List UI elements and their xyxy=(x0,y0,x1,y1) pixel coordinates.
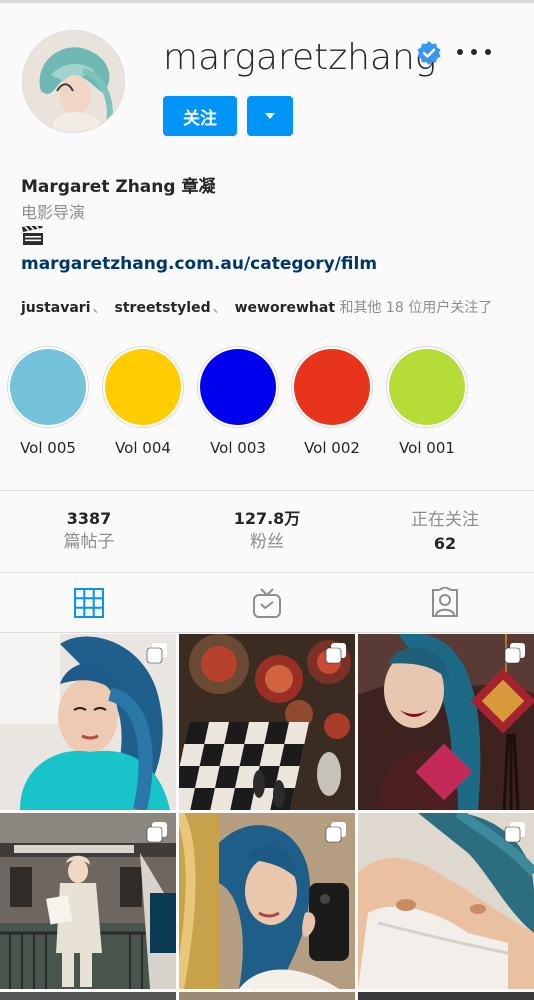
followed-by-user[interactable]: weworewhat xyxy=(235,300,335,316)
multi-photo-icon xyxy=(146,822,167,843)
story-highlight[interactable]: Vol 003 xyxy=(196,346,280,457)
multi-photo-icon xyxy=(504,822,525,843)
post-thumbnail[interactable] xyxy=(0,634,176,810)
post-thumbnail[interactable] xyxy=(179,992,355,1000)
grid-icon xyxy=(74,588,104,618)
multi-photo-icon xyxy=(146,643,167,664)
followed-by-suffix: 和其他 18 位用户关注了 xyxy=(339,300,493,316)
highlight-label: Vol 003 xyxy=(210,439,266,457)
highlight-label: Vol 004 xyxy=(115,439,171,457)
profile-category: 电影导演 xyxy=(21,203,86,222)
highlight-cover xyxy=(105,349,181,425)
followed-by-user[interactable]: streetstyled xyxy=(115,300,211,316)
highlight-cover xyxy=(389,349,465,425)
highlight-label: Vol 001 xyxy=(399,439,455,457)
clapper-board-icon xyxy=(22,226,43,245)
tv-icon xyxy=(253,588,281,618)
multi-photo-icon xyxy=(325,643,346,664)
post-thumbnail[interactable] xyxy=(179,813,355,989)
highlight-label: Vol 002 xyxy=(304,439,360,457)
post-thumbnail[interactable] xyxy=(179,634,355,810)
more-options-icon[interactable] xyxy=(457,41,491,63)
followers-label: 粉丝 xyxy=(250,532,284,552)
highlight-cover xyxy=(10,349,86,425)
posts-label: 篇帖子 xyxy=(63,532,115,552)
followers-stat[interactable]: 127.8万 粉丝 xyxy=(178,508,356,554)
tab-posts-grid[interactable] xyxy=(0,573,178,633)
posts-count: 3387 xyxy=(66,509,112,528)
post-thumbnail[interactable] xyxy=(358,813,534,989)
post-thumbnail[interactable] xyxy=(0,813,176,989)
followed-by-line[interactable]: justavari、 streetstyled、 weworewhat 和其他 18… xyxy=(21,297,492,317)
highlight-cover xyxy=(200,349,276,425)
profile-full-name: Margaret Zhang 章凝 xyxy=(21,177,216,197)
posts-grid xyxy=(0,634,534,1000)
highlight-cover xyxy=(294,349,370,425)
highlight-label: Vol 005 xyxy=(20,439,76,457)
following-count: 62 xyxy=(433,534,457,553)
profile-website-link[interactable]: margaretzhang.com.au/category/film xyxy=(21,254,377,274)
post-thumbnail[interactable] xyxy=(358,634,534,810)
verified-badge-icon xyxy=(417,41,441,65)
followed-by-user[interactable]: justavari xyxy=(21,300,91,316)
story-highlight[interactable]: Vol 005 xyxy=(6,346,90,457)
profile-username: margaretzhang xyxy=(163,37,437,78)
chevron-down-icon xyxy=(265,113,275,119)
tabs-divider xyxy=(0,632,534,633)
stats-divider xyxy=(0,490,534,491)
post-thumbnail[interactable] xyxy=(0,992,176,1000)
multi-photo-icon xyxy=(504,643,525,664)
suggested-accounts-dropdown-button[interactable] xyxy=(247,96,293,136)
following-stat[interactable]: 正在关注 62 xyxy=(356,508,534,556)
follow-button[interactable]: 关注 xyxy=(163,96,237,136)
posts-count-stat: 3387 篇帖子 xyxy=(0,508,178,554)
story-highlight[interactable]: Vol 004 xyxy=(101,346,185,457)
story-highlight[interactable]: Vol 001 xyxy=(385,346,469,457)
tab-igtv[interactable] xyxy=(178,573,356,633)
followers-count: 127.8万 xyxy=(233,509,301,528)
profile-avatar[interactable] xyxy=(22,30,125,133)
tagged-person-icon xyxy=(432,587,458,617)
following-label: 正在关注 xyxy=(411,510,479,530)
tab-tagged[interactable] xyxy=(356,573,534,633)
story-highlight[interactable]: Vol 002 xyxy=(290,346,374,457)
top-divider xyxy=(0,0,534,3)
multi-photo-icon xyxy=(325,822,346,843)
post-thumbnail[interactable] xyxy=(358,992,534,1000)
